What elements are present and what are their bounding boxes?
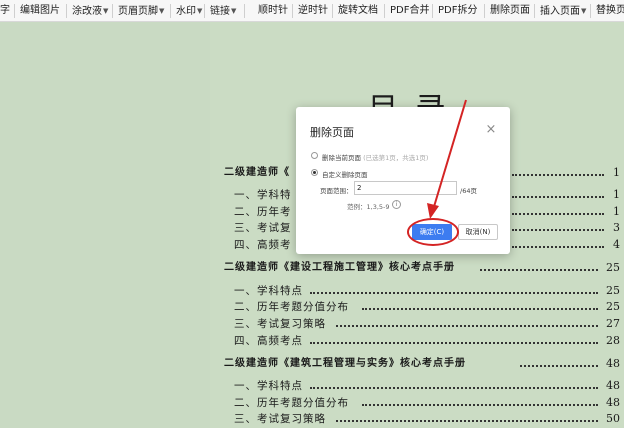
toolbar-item-header-footer[interactable]: 页眉页脚▼ [118, 3, 164, 19]
toc-leader-dots [310, 387, 598, 389]
toolbar-separator [204, 4, 205, 18]
toc-entry: 一、学科特 [234, 189, 292, 201]
toc-page-number: 50 [606, 412, 620, 425]
toolbar-item-link[interactable]: 链接▼ [210, 3, 236, 19]
toc-entry: 二、历年考题分值分布 [234, 397, 349, 409]
toolbar-separator [384, 4, 385, 18]
toolbar-item-rotate-counterclockwise[interactable]: 逆时针 [298, 3, 328, 19]
toc-entry: 三、考试复习策略 [234, 318, 326, 330]
toolbar-separator [292, 4, 293, 18]
toolbar-separator [534, 4, 535, 18]
toc-heading: 二级建造师《建设工程施工管理》核心考点手册 [224, 262, 455, 273]
toc-heading: 二级建造师《建筑工程管理与实务》核心考点手册 [224, 358, 466, 369]
option-hint: (已选第1页，共选1页) [363, 154, 429, 162]
toolbar-item-replace-page[interactable]: 替换页 [596, 3, 624, 19]
toc-page-number: 27 [606, 317, 620, 330]
custom-delete-pages-radio[interactable] [311, 169, 318, 176]
toc-leader-dots [362, 404, 598, 406]
toc-entry: 四、高频考点 [234, 335, 303, 347]
toolbar-item-label: 涂改液 [72, 6, 102, 17]
toc-entry: 三、考试复习策略 [234, 413, 326, 425]
toolbar-item-insert-page[interactable]: 插入页面▼ [540, 3, 586, 19]
toc-page-number: 3 [613, 221, 620, 234]
toc-page-number: 48 [606, 396, 620, 409]
toolbar-separator [432, 4, 433, 18]
cancel-button[interactable]: 取消(N) [458, 224, 498, 240]
chevron-down-icon: ▼ [197, 7, 203, 15]
toc-leader-dots [310, 342, 598, 344]
toolbar-item-rotate-clockwise[interactable]: 顺时针 [258, 3, 288, 19]
toc-page-number: 25 [606, 300, 620, 313]
document-left-margin [0, 22, 210, 428]
toolbar-separator [332, 4, 333, 18]
toolbar-separator [484, 4, 485, 18]
toc-page-number: 48 [606, 379, 620, 392]
chevron-down-icon: ▼ [581, 7, 587, 15]
toc-entry: 四、高频考 [234, 239, 292, 251]
toc-entry: 二、历年考题分值分布 [234, 301, 349, 313]
toolbar-item-label: 页眉页脚 [118, 6, 158, 17]
toc-page-number: 28 [606, 334, 620, 347]
annotation-highlight-circle [407, 218, 459, 246]
toolbar-item-correction-fluid[interactable]: 涂改液▼ [72, 3, 108, 19]
toc-heading: 二级建造师《 [224, 167, 290, 178]
delete-current-page-radio[interactable] [311, 152, 318, 159]
toc-page-number: 1 [613, 205, 620, 218]
toolbar-separator [112, 4, 113, 18]
toolbar-item-edit-image[interactable]: 编辑图片 [20, 3, 60, 19]
toc-entry: 一、学科特点 [234, 380, 303, 392]
toolbar-separator [14, 4, 15, 18]
toc-page-number: 48 [606, 357, 620, 370]
chevron-down-icon: ▼ [159, 7, 165, 15]
delete-current-page-option[interactable]: 删除当前页面 (已选第1页，共选1页) [322, 152, 428, 162]
range-example-text: 范例：1,3,5-9 [347, 203, 390, 211]
toc-page-number: 1 [613, 188, 620, 201]
toolbar-item-label: 链接 [210, 6, 230, 17]
delete-page-dialog: 删除页面 × 删除当前页面 (已选第1页，共选1页) 自定义删除页面 页面范围：… [296, 107, 510, 254]
page-range-label: 页面范围： [320, 187, 353, 195]
toc-entry: 三、考试复 [234, 222, 292, 234]
toc-leader-dots [336, 420, 598, 422]
toolbar-item-watermark[interactable]: 水印▼ [176, 3, 202, 19]
toolbar-separator [66, 4, 67, 18]
close-icon[interactable]: × [484, 123, 498, 137]
option-label: 删除当前页面 [322, 154, 361, 162]
toc-leader-dots [336, 325, 598, 327]
toc-page-number: 25 [606, 261, 620, 274]
toc-entry: 一、学科特点 [234, 285, 303, 297]
toc-page-number: 25 [606, 284, 620, 297]
toolbar-item-pdf-split[interactable]: PDF拆分 [438, 3, 477, 19]
chevron-down-icon: ▼ [103, 7, 109, 15]
toolbar-item-label: 插入页面 [540, 6, 580, 17]
toc-entry: 二、历年考 [234, 206, 292, 218]
page-range-input[interactable]: 2 [354, 181, 457, 195]
dialog-title: 删除页面 [310, 126, 354, 139]
toc-page-number: 1 [613, 166, 620, 179]
chevron-down-icon: ▼ [231, 7, 237, 15]
toolbar: 字 编辑图片 涂改液▼ 页眉页脚▼ 水印▼ 链接▼ 顺时针 逆时针 旋转文档 P… [0, 0, 624, 22]
toolbar-item-delete-page[interactable]: 删除页面 [490, 3, 530, 19]
toolbar-separator [590, 4, 591, 18]
toc-leader-dots [362, 308, 598, 310]
toolbar-item-pdf-merge[interactable]: PDF合并 [390, 3, 429, 19]
toolbar-separator [170, 4, 171, 18]
toolbar-separator [244, 4, 245, 18]
toolbar-item-label: 水印 [176, 6, 196, 17]
toolbar-item-rotate-document[interactable]: 旋转文档 [338, 3, 378, 19]
page-total-label: /64页 [460, 187, 477, 195]
info-icon[interactable]: i [392, 200, 401, 209]
toc-leader-dots [310, 292, 598, 294]
toc-page-number: 4 [613, 238, 620, 251]
toolbar-item-text[interactable]: 字 [0, 3, 10, 19]
custom-delete-pages-option[interactable]: 自定义删除页面 [322, 169, 368, 179]
